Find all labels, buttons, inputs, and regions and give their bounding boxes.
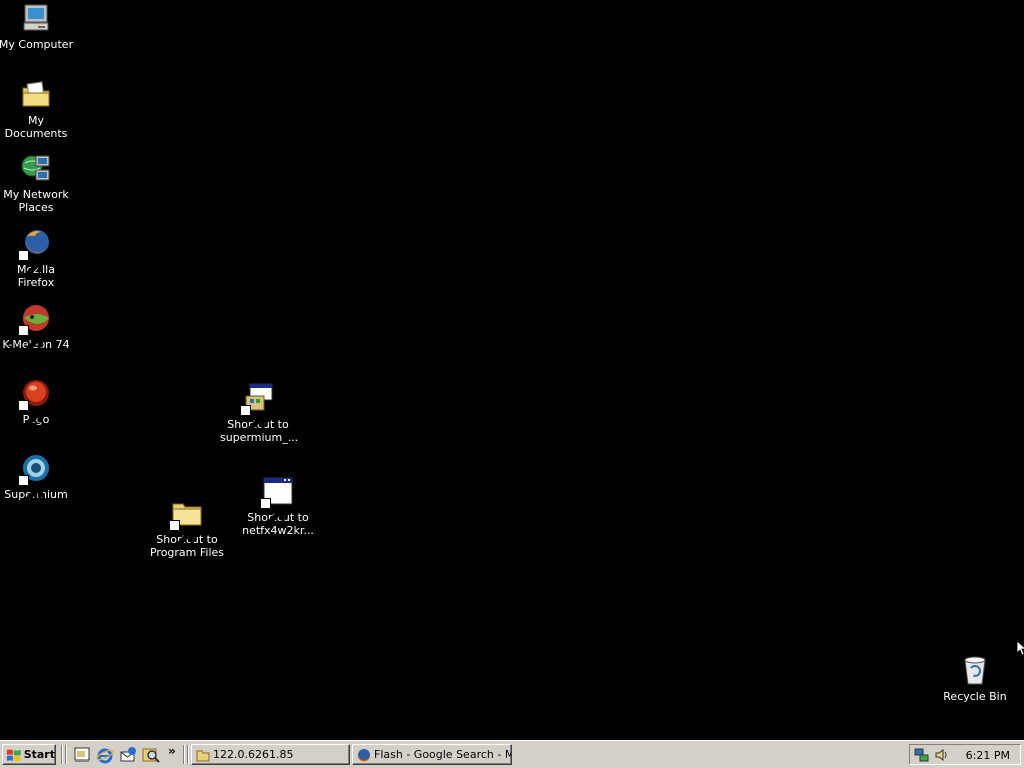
firefox-icon (18, 227, 52, 278)
show-desktop-icon[interactable] (73, 746, 91, 764)
start-label: Start (23, 748, 55, 761)
start-button[interactable]: Start (2, 744, 56, 765)
shortcut-arrow-icon (169, 520, 194, 548)
supermium-icon (18, 452, 52, 503)
application-window-icon (260, 475, 294, 526)
k-meleon-icon (18, 302, 52, 353)
taskbar-separator (65, 745, 67, 764)
taskbar-button-folder[interactable]: 122.0.6261.85 (191, 744, 350, 765)
desktop-icon-my-network-places[interactable]: My Network Places (0, 152, 76, 214)
my-network-places-icon (20, 152, 52, 184)
clock[interactable]: 6:21 PM (966, 749, 1010, 762)
outlook-express-icon[interactable] (119, 746, 137, 764)
desktop-icon-mozilla-firefox[interactable]: Mozilla Firefox (0, 227, 76, 289)
quick-launch-more-button[interactable]: » (168, 744, 176, 758)
task-label: 122.0.6261.85 (213, 748, 294, 761)
windows-logo-icon (6, 749, 21, 761)
volume-icon[interactable] (934, 747, 950, 763)
desktop-icon-supermium[interactable]: Supermium (0, 452, 76, 503)
shortcut-arrow-icon (18, 400, 43, 428)
desktop-icon-shortcut-program-files[interactable]: Shortcut to Program Files (147, 497, 227, 559)
desktop-icon-pego[interactable]: Pego (0, 377, 76, 428)
taskbar-separator (61, 745, 63, 764)
mouse-cursor-icon (1016, 640, 1024, 656)
desktop-icon-shortcut-supermium-installer[interactable]: Shortcut to supermium_... (218, 382, 298, 444)
taskbar-separator (183, 745, 185, 764)
shortcut-arrow-icon (18, 250, 43, 278)
recycle-bin-icon (959, 654, 991, 686)
taskbar-separator (187, 745, 189, 764)
my-documents-icon (20, 78, 52, 110)
shortcut-arrow-icon (260, 498, 285, 526)
folder-icon (196, 750, 210, 761)
shortcut-arrow-icon (18, 325, 43, 353)
search-icon[interactable] (142, 746, 160, 764)
internet-explorer-icon[interactable] (96, 746, 114, 764)
my-computer-icon (20, 2, 52, 34)
task-label: Flash - Google Search - M... (374, 748, 512, 761)
taskbar: Start » 122.0.6261.85 Flash - Google Sea… (0, 740, 1024, 768)
desktop: My Computer My Documents My Network Plac… (0, 0, 1024, 740)
pego-icon (18, 377, 52, 428)
system-tray: 6:21 PM (909, 744, 1021, 765)
shortcut-arrow-icon (18, 475, 43, 503)
folder-icon (169, 497, 203, 548)
firefox-icon (357, 748, 370, 762)
network-icon[interactable] (914, 747, 930, 763)
desktop-icon-my-computer[interactable]: My Computer (0, 2, 76, 51)
desktop-icon-shortcut-netfx[interactable]: Shortcut to netfx4w2kr... (238, 475, 318, 537)
desktop-icon-recycle-bin[interactable]: Recycle Bin (935, 654, 1015, 703)
desktop-icon-k-meleon[interactable]: K-Meleon 74 (0, 302, 76, 353)
desktop-icon-my-documents[interactable]: My Documents (0, 78, 76, 140)
shortcut-arrow-icon (240, 405, 265, 433)
installer-icon (240, 382, 274, 433)
taskbar-button-firefox[interactable]: Flash - Google Search - M... (352, 744, 512, 765)
